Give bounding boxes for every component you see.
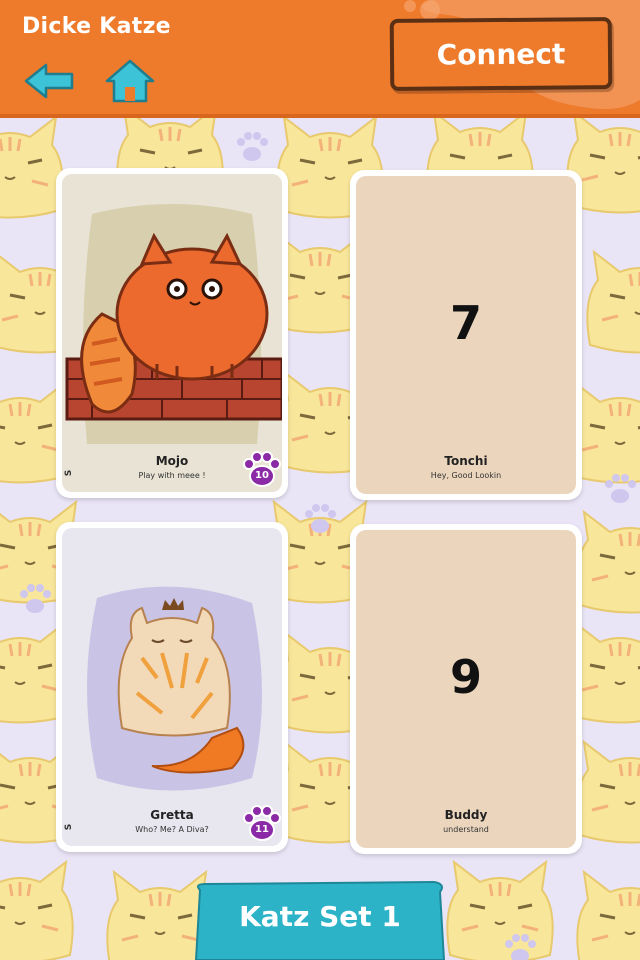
back-arrow-icon [24, 63, 74, 99]
paw-badge-number: 11 [255, 824, 269, 835]
home-button[interactable] [102, 58, 158, 104]
set-label: Katz Set 1 [239, 900, 401, 933]
card-number: 9 [449, 650, 482, 704]
paw-badge-number: 10 [255, 470, 269, 481]
card-name: Tonchi [444, 454, 488, 468]
card-mojo[interactable]: Mojo Play with meee ! S 10 [56, 168, 288, 498]
home-icon [105, 59, 155, 103]
card-number: 7 [449, 296, 482, 350]
gretta-cat-illustration [87, 586, 262, 791]
mojo-cat-illustration [65, 204, 282, 444]
card-quote: Hey, Good Lookin [430, 471, 502, 480]
top-bar: Dicke Katze Connect [0, 0, 640, 118]
card-buddy[interactable]: 9 Buddy understand [350, 524, 582, 854]
app-title: Dicke Katze [22, 14, 171, 39]
paw-badge: 10 [242, 450, 282, 490]
back-button[interactable] [22, 58, 78, 104]
connect-button[interactable]: Connect [389, 17, 613, 91]
card-quote: understand [443, 825, 489, 834]
card-name: Buddy [444, 808, 488, 822]
card-gretta[interactable]: Gretta Who? Me? A Diva? S 11 [56, 522, 288, 852]
card-side-label: S [64, 469, 75, 477]
card-side-label: S [64, 823, 75, 831]
set-selector-tab[interactable]: Katz Set 1 [194, 880, 446, 960]
card-tonchi[interactable]: 7 Tonchi Hey, Good Lookin [350, 170, 582, 500]
paw-badge: 11 [242, 804, 282, 844]
